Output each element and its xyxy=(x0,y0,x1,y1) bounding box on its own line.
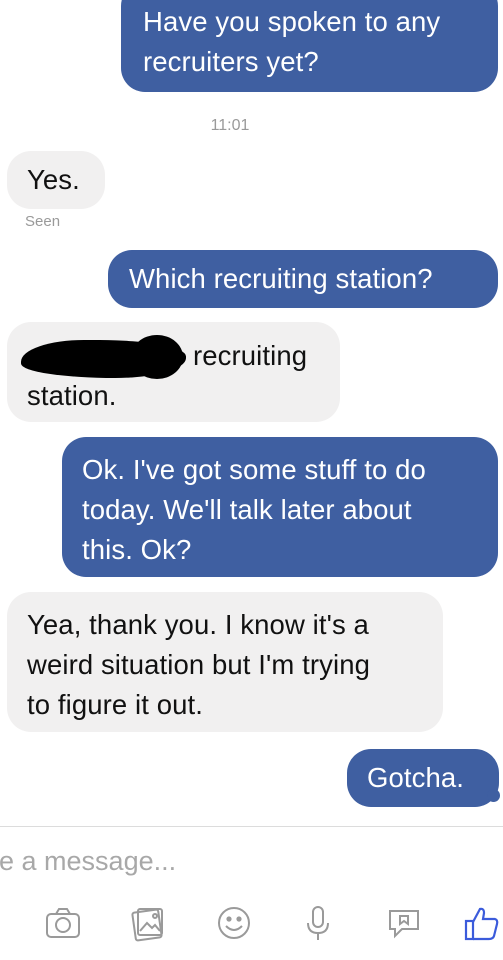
like-icon xyxy=(464,907,499,941)
message-bubble-incoming[interactable]: recruiting station. xyxy=(7,322,340,422)
message-timestamp: 11:01 xyxy=(210,117,250,134)
composer-divider xyxy=(0,826,503,827)
gallery-button[interactable] xyxy=(128,903,168,943)
message-bubble-outgoing[interactable]: Gotcha. xyxy=(347,749,499,807)
sent-check-icon xyxy=(487,789,500,802)
like-button[interactable] xyxy=(462,903,502,943)
camera-button[interactable] xyxy=(43,903,83,943)
sticker-icon xyxy=(389,910,419,939)
message-bubble-outgoing[interactable]: Ok. I've got some stuff to do today. We'… xyxy=(62,437,498,577)
redaction-mark xyxy=(21,335,186,379)
gallery-icon xyxy=(131,908,163,942)
message-bubble-outgoing[interactable]: Have you spoken to any recruiters yet? xyxy=(121,0,498,92)
sticker-button[interactable] xyxy=(384,903,424,943)
message-input[interactable] xyxy=(0,833,460,889)
camera-icon xyxy=(46,908,80,938)
microphone-button[interactable] xyxy=(298,903,338,943)
message-text-line: recruiting xyxy=(193,340,308,371)
message-bubble-outgoing[interactable]: Which recruiting station? xyxy=(108,250,498,308)
seen-indicator: Seen xyxy=(25,213,61,230)
emoji-icon xyxy=(218,907,250,939)
emoji-button[interactable] xyxy=(214,903,254,943)
message-bubble-incoming[interactable]: Yea, thank you. I know it's a weird situ… xyxy=(7,592,443,732)
message-bubble-incoming[interactable]: Yes. xyxy=(7,151,105,209)
microphone-icon xyxy=(307,906,329,940)
message-text-line: station. xyxy=(27,380,117,411)
